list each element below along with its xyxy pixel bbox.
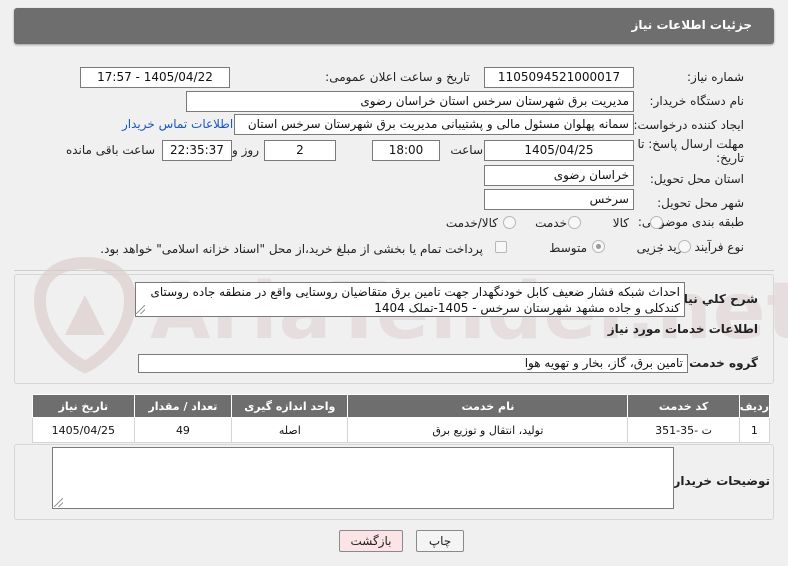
deadline-date-label: تاریخ: — [716, 151, 744, 165]
service-group-field: تامین برق، گاز، بخار و تهویه هوا — [138, 354, 688, 373]
payment-note: پرداخت تمام یا بخشی از مبلغ خرید،از محل … — [100, 242, 483, 256]
deadline-date-field: 1405/04/25 — [484, 140, 634, 161]
creator-field: سمانه پهلوان مسئول مالی و پشتیبانی مدیری… — [234, 114, 634, 135]
need-number-label: شماره نیاز: — [687, 70, 744, 84]
category-option-goods: کالا — [612, 216, 629, 230]
services-heading: اطلاعات خدمات مورد نیاز — [607, 322, 758, 336]
process-option-medium: متوسط — [549, 241, 587, 255]
col-unit: واحد اندازه گیری — [231, 394, 349, 418]
section-divider — [14, 270, 774, 271]
remaining-label: ساعت باقی مانده — [65, 143, 155, 157]
treasury-checkbox[interactable] — [495, 241, 507, 253]
page-title: جزئیات اطلاعات نیاز — [631, 18, 752, 32]
buyer-org-field: مدیریت برق شهرستان سرخس استان خراسان رضو… — [186, 91, 634, 112]
need-number-field: 1105094521000017 — [484, 67, 634, 88]
category-radio-service[interactable] — [568, 216, 581, 229]
description-field: احداث شبکه فشار ضعیف کابل خودنگهدار جهت … — [135, 282, 685, 317]
city-field: سرخس — [484, 189, 634, 210]
buyer-contact-link[interactable]: اطلاعات تماس خریدار — [122, 117, 233, 131]
cell-service-code: ت -35-351 — [627, 417, 740, 443]
process-label: نوع فرآیند خرید : — [659, 240, 744, 254]
city-label: شهر محل تحویل: — [657, 196, 744, 210]
print-button[interactable]: چاپ — [416, 530, 464, 552]
category-option-service: خدمت — [535, 216, 567, 230]
days-label: روز و — [232, 143, 259, 157]
announce-label: تاریخ و ساعت اعلان عمومی: — [325, 70, 470, 84]
table-row: 1 ت -35-351 تولید، انتقال و توزیع برق اص… — [32, 417, 771, 443]
back-button[interactable]: بازگشت — [339, 530, 403, 552]
process-option-minor: جزیی — [636, 241, 664, 255]
cell-quantity: 49 — [133, 417, 233, 443]
creator-label: ایجاد کننده درخواست: — [633, 118, 744, 132]
deadline-time-label: ساعت — [450, 143, 483, 157]
deadline-label: مهلت ارسال پاسخ: تا — [637, 137, 744, 151]
col-service-name: نام خدمت — [347, 394, 629, 418]
province-label: استان محل تحویل: — [649, 172, 744, 186]
col-need-date: تاریخ نیاز — [32, 394, 135, 418]
cell-unit: اصله — [231, 417, 349, 443]
resize-grip-icon[interactable] — [54, 498, 63, 507]
cell-need-date: 1405/04/25 — [32, 417, 135, 443]
buyer-notes-label: توضیحات خریدار: — [668, 474, 770, 488]
days-field: 2 — [264, 140, 336, 161]
service-group-label: گروه خدمت: — [684, 356, 758, 370]
resize-grip-icon[interactable] — [136, 305, 145, 314]
province-field: خراسان رضوی — [484, 165, 634, 186]
buyer-org-label: نام دستگاه خریدار: — [649, 94, 745, 108]
col-row: ردیف — [738, 394, 771, 418]
announce-field: 1405/04/22 - 17:57 — [80, 67, 230, 88]
category-option-goods-service: کالا/خدمت — [445, 216, 498, 230]
col-quantity: تعداد / مقدار — [133, 394, 233, 418]
category-radio-goods[interactable] — [650, 216, 663, 229]
process-radio-minor[interactable] — [678, 240, 691, 253]
page-header: جزئیات اطلاعات نیاز — [14, 8, 774, 44]
deadline-time-field: 18:00 — [372, 140, 440, 161]
cell-service-name: تولید، انتقال و توزیع برق — [347, 417, 629, 443]
remaining-time-field: 22:35:37 — [162, 140, 232, 161]
cell-row-number: 1 — [738, 417, 771, 443]
col-service-code: کد خدمت — [627, 394, 740, 418]
services-table: ردیف کد خدمت نام خدمت واحد اندازه گیری ت… — [32, 394, 771, 443]
buyer-notes-field[interactable] — [52, 447, 674, 509]
category-radio-goods-service[interactable] — [503, 216, 516, 229]
process-radio-medium[interactable] — [592, 240, 605, 253]
table-header-row: ردیف کد خدمت نام خدمت واحد اندازه گیری ت… — [32, 394, 771, 418]
